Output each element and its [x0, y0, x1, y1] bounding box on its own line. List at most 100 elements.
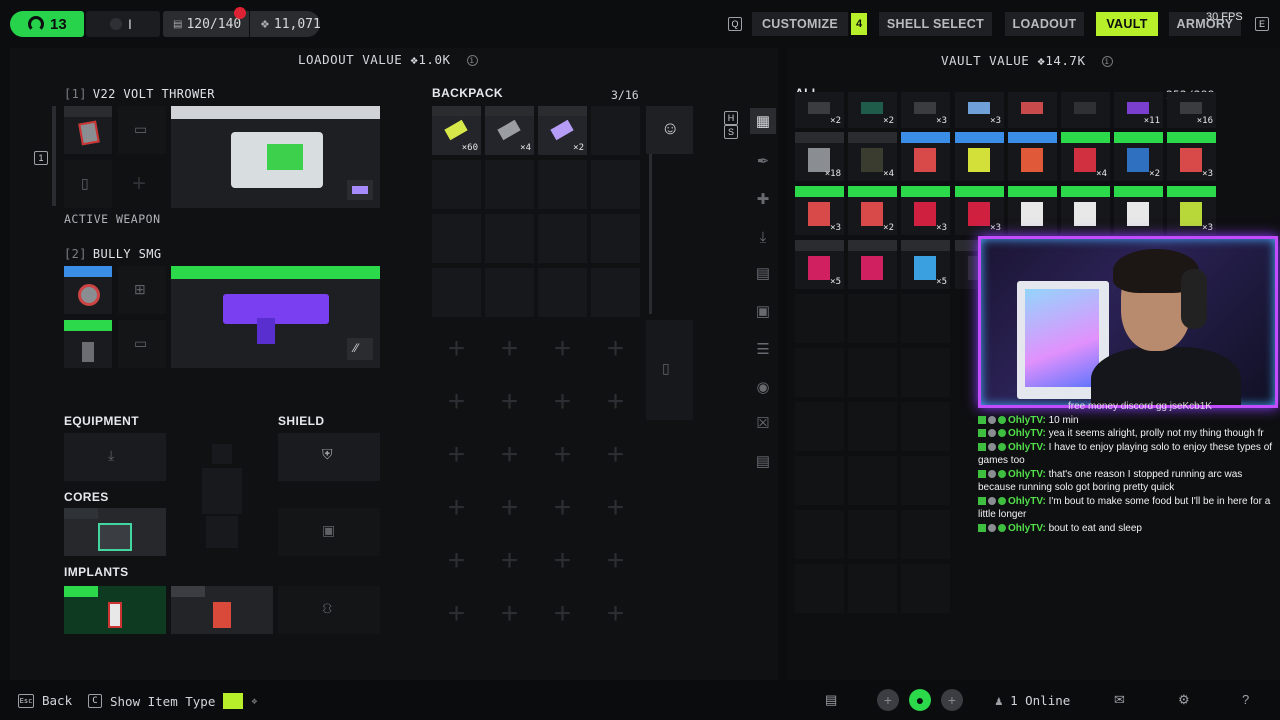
vault-empty-slot[interactable] — [848, 402, 897, 451]
mail-icon[interactable]: ✉ — [1114, 692, 1125, 708]
vault-empty-slot[interactable] — [901, 510, 950, 559]
backpack-slot[interactable] — [591, 214, 640, 263]
backpack-slot[interactable] — [591, 106, 640, 155]
tab-loadout[interactable]: LOADOUT — [1005, 12, 1084, 36]
vault-item[interactable]: ×16 — [1167, 92, 1216, 128]
vault-empty-slot[interactable] — [901, 402, 950, 451]
vault-empty-slot[interactable] — [848, 348, 897, 397]
backpack-slot[interactable]: ×2 — [538, 106, 587, 155]
backpack-slot[interactable] — [485, 214, 534, 263]
weapon-1-attachment-slot[interactable]: ▭ — [118, 106, 166, 154]
backpack-slot[interactable] — [538, 160, 587, 209]
filter-download-icon[interactable]: ⤓ — [750, 224, 776, 250]
vault-item[interactable]: ×3 — [955, 92, 1004, 128]
vault-empty-slot[interactable] — [795, 294, 844, 343]
weapon-2-magazine-slot[interactable]: ▭ — [118, 320, 166, 368]
weapon-1-empty-slot[interactable]: + — [118, 160, 166, 208]
shield-slot[interactable]: ⛨ — [278, 433, 380, 481]
vault-item[interactable] — [1008, 92, 1057, 128]
weapon-2-card[interactable]: ⁄⁄ — [171, 266, 380, 368]
vault-item[interactable] — [1061, 186, 1110, 235]
filter-implants-icon[interactable]: ☰ — [750, 336, 776, 362]
core-empty-slot[interactable]: ▣ — [278, 508, 380, 556]
vault-item[interactable] — [1061, 92, 1110, 128]
player-avatar[interactable]: ● — [909, 689, 931, 711]
backpack-slot[interactable] — [485, 268, 534, 317]
tab-shell-select[interactable]: SHELL SELECT — [879, 12, 992, 36]
filter-all-icon[interactable]: ▦ — [750, 108, 776, 134]
vault-empty-slot[interactable] — [848, 456, 897, 505]
backpack-slot[interactable] — [538, 268, 587, 317]
implant-slot-2[interactable] — [171, 586, 273, 634]
chat-username[interactable]: OhlyTV: — [1008, 442, 1046, 453]
weapon-2-mod-slot[interactable] — [64, 266, 112, 314]
backpack-slot[interactable]: ×60 — [432, 106, 481, 155]
vault-item[interactable] — [955, 132, 1004, 181]
vault-empty-slot[interactable] — [848, 510, 897, 559]
backpack-scrollbar[interactable] — [649, 154, 652, 314]
backpack-slot[interactable] — [591, 268, 640, 317]
vault-item[interactable]: ×2 — [848, 92, 897, 128]
vault-empty-slot[interactable] — [901, 348, 950, 397]
vault-empty-slot[interactable] — [901, 456, 950, 505]
vault-item[interactable]: ×2 — [1114, 132, 1163, 181]
tab-vault[interactable]: VAULT — [1096, 12, 1158, 36]
core-slot[interactable] — [64, 508, 166, 556]
filter-consumables-icon[interactable]: ✚ — [750, 186, 776, 212]
weapon-1-card[interactable] — [171, 106, 380, 208]
vault-item[interactable]: ×5 — [901, 240, 950, 289]
next-tab-key[interactable]: E — [1255, 17, 1269, 31]
implant-slot-1[interactable] — [64, 586, 166, 634]
weapon-2-grip-slot[interactable] — [64, 320, 112, 368]
info-icon[interactable]: i — [1101, 56, 1113, 67]
backpack-body-slot[interactable]: ☺ — [646, 106, 693, 154]
filter-ammo-icon[interactable]: ▤ — [750, 260, 776, 286]
online-indicator[interactable]: ♟ 1 Online — [995, 693, 1070, 708]
prev-tab-key[interactable]: Q — [728, 17, 742, 31]
vault-item[interactable]: ×3 — [901, 92, 950, 128]
vault-empty-slot[interactable] — [795, 402, 844, 451]
vault-item[interactable]: ×2 — [848, 186, 897, 235]
vault-empty-slot[interactable] — [795, 564, 844, 613]
backpack-slot[interactable] — [432, 214, 481, 263]
chat-username[interactable]: OhlyTV: — [1008, 428, 1046, 439]
chat-icon[interactable]: ▤ — [825, 692, 837, 708]
chat-username[interactable]: OhlyTV: — [1008, 496, 1046, 507]
vault-item[interactable] — [1008, 186, 1057, 235]
backpack-slot[interactable]: ×4 — [485, 106, 534, 155]
help-icon[interactable]: ? — [1242, 692, 1249, 707]
backpack-side-slot[interactable]: ▯ — [646, 320, 693, 420]
weapon-scrollbar[interactable] — [52, 106, 56, 206]
vault-empty-slot[interactable] — [795, 348, 844, 397]
vault-item[interactable]: ×3 — [1167, 132, 1216, 181]
vault-item[interactable]: ×4 — [1061, 132, 1110, 181]
vault-empty-slot[interactable] — [901, 294, 950, 343]
vault-item[interactable]: ×3 — [955, 186, 1004, 235]
backpack-slot[interactable] — [538, 214, 587, 263]
vault-item[interactable] — [1114, 186, 1163, 235]
filter-salvage-icon[interactable]: ☒ — [750, 410, 776, 436]
vault-item[interactable]: ×4 — [848, 132, 897, 181]
vault-empty-slot[interactable] — [795, 456, 844, 505]
currency-counter[interactable]: ❖ 11,071 — [250, 11, 321, 37]
filter-cores-icon[interactable]: ▣ — [750, 298, 776, 324]
vault-empty-slot[interactable] — [848, 294, 897, 343]
weapon-1-barrel-slot[interactable]: ▯ — [64, 160, 112, 208]
vault-empty-slot[interactable] — [795, 510, 844, 559]
vault-item[interactable]: ×18 — [795, 132, 844, 181]
party-slot-left[interactable]: + — [877, 689, 899, 711]
vault-item[interactable] — [848, 240, 897, 289]
filter-weapons-icon[interactable]: ✒ — [750, 148, 776, 174]
filter-keys-icon[interactable]: ▤ — [750, 448, 776, 474]
backpack-slot[interactable] — [485, 160, 534, 209]
equipment-slot[interactable]: ⤓ — [64, 433, 166, 481]
vault-empty-slot[interactable] — [848, 564, 897, 613]
vault-item[interactable] — [1008, 132, 1057, 181]
show-item-type-toggle[interactable]: C Show Item Type ❖ — [88, 693, 257, 709]
backpack-slot[interactable] — [591, 160, 640, 209]
back-button[interactable]: Esc Back — [18, 693, 72, 708]
chat-username[interactable]: OhlyTV: — [1008, 469, 1046, 480]
tab-customize[interactable]: CUSTOMIZE — [752, 12, 848, 36]
player-level-badge[interactable]: 13 — [10, 11, 84, 37]
vault-item[interactable]: ×5 — [795, 240, 844, 289]
